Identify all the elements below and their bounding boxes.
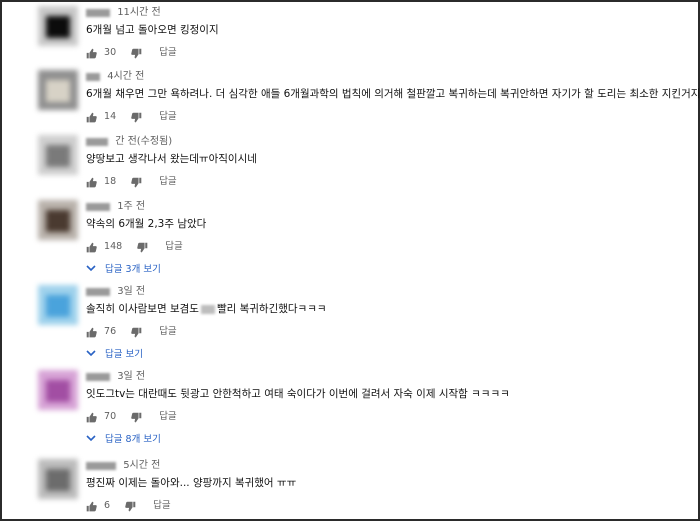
timestamp[interactable]: 11시간 전 bbox=[117, 7, 161, 18]
avatar[interactable] bbox=[38, 70, 78, 110]
reply-button[interactable]: 답글 bbox=[159, 325, 176, 339]
avatar[interactable] bbox=[38, 459, 78, 499]
comment-text: 솔직히 이사람보면 보겸도 빨리 복귀하긴했다ㅋㅋㅋ bbox=[86, 303, 327, 315]
comment-text: 약속의 6개월 2,3주 남았다 bbox=[86, 218, 207, 230]
thumbs-down-icon[interactable] bbox=[125, 501, 136, 512]
view-replies-label: 답글 3개 보기 bbox=[105, 264, 161, 275]
timestamp[interactable]: 4시간 전 bbox=[107, 71, 144, 82]
comment-text: 잇도그tv는 대란때도 뒷광고 안한척하고 여태 숙이다가 이번에 걸려서 자숙… bbox=[86, 388, 510, 400]
thumbs-down-icon[interactable] bbox=[131, 327, 142, 338]
comment-text: 양땅보고 생각나서 왔는데ㅠ아직이시네 bbox=[86, 153, 257, 165]
reply-button[interactable]: 답글 bbox=[165, 240, 182, 254]
thumbs-down-icon[interactable] bbox=[131, 412, 142, 423]
thumbs-up-icon[interactable] bbox=[86, 177, 97, 188]
author-name[interactable] bbox=[86, 138, 108, 146]
author-name[interactable] bbox=[86, 288, 110, 296]
thumbs-down-icon[interactable] bbox=[131, 112, 142, 123]
chevron-down-icon bbox=[86, 433, 96, 447]
author-name[interactable] bbox=[86, 203, 110, 211]
timestamp[interactable]: 3일 전 bbox=[117, 286, 145, 297]
view-replies-button[interactable]: 답글 보기 bbox=[86, 348, 690, 362]
thumbs-up-icon[interactable] bbox=[86, 48, 97, 59]
reply-button[interactable]: 답글 bbox=[159, 410, 176, 424]
timestamp[interactable]: 1주 전 bbox=[117, 201, 145, 212]
thumbs-up-icon[interactable] bbox=[86, 327, 97, 338]
view-replies-button[interactable]: 답글 8개 보기 bbox=[86, 433, 690, 447]
avatar[interactable] bbox=[38, 135, 78, 175]
like-count: 14 bbox=[104, 111, 117, 122]
comment-section: 11시간 전 6개월 넘고 돌아오면 킹정이지 30 답글 4시간 전 6개월 … bbox=[0, 0, 700, 521]
thumbs-down-icon[interactable] bbox=[131, 177, 142, 188]
like-count: 6 bbox=[104, 500, 111, 511]
timestamp[interactable]: 5시간 전 bbox=[123, 460, 160, 471]
reply-button[interactable]: 답글 bbox=[159, 46, 176, 60]
thumbs-down-icon[interactable] bbox=[131, 48, 142, 59]
reply-button[interactable]: 답글 bbox=[159, 175, 176, 189]
chevron-down-icon bbox=[86, 263, 96, 277]
thumbs-up-icon[interactable] bbox=[86, 242, 97, 253]
chevron-down-icon bbox=[86, 348, 96, 362]
timestamp[interactable]: 3일 전 bbox=[117, 371, 145, 382]
avatar[interactable] bbox=[38, 200, 78, 240]
like-count: 30 bbox=[104, 47, 117, 58]
comment-text: 6개월 넘고 돌아오면 킹정이지 bbox=[86, 24, 219, 36]
author-name[interactable] bbox=[86, 462, 116, 470]
thumbs-up-icon[interactable] bbox=[86, 112, 97, 123]
view-replies-button[interactable]: 답글 3개 보기 bbox=[86, 263, 690, 277]
redacted-text bbox=[200, 304, 215, 314]
reply-button[interactable]: 답글 bbox=[159, 110, 176, 124]
view-replies-label: 답글 8개 보기 bbox=[105, 434, 161, 445]
thumbs-up-icon[interactable] bbox=[86, 412, 97, 423]
avatar[interactable] bbox=[38, 370, 78, 410]
comment-text: 6개월 채우면 그만 욕하려나. 더 심각한 애들 6개월과학의 법칙에 의거해… bbox=[86, 88, 700, 100]
author-name[interactable] bbox=[86, 73, 100, 81]
reply-button[interactable]: 답글 bbox=[153, 499, 170, 513]
avatar[interactable] bbox=[38, 285, 78, 325]
timestamp[interactable]: 간 전(수정됨) bbox=[115, 136, 172, 147]
like-count: 148 bbox=[104, 241, 123, 252]
thumbs-down-icon[interactable] bbox=[137, 242, 148, 253]
thumbs-up-icon[interactable] bbox=[86, 501, 97, 512]
author-name[interactable] bbox=[86, 9, 110, 17]
view-replies-label: 답글 보기 bbox=[105, 349, 144, 360]
like-count: 76 bbox=[104, 326, 117, 337]
like-count: 18 bbox=[104, 176, 117, 187]
like-count: 70 bbox=[104, 411, 117, 422]
comment-text: 평진짜 이제는 돌아와... 양팡까지 복귀했어 ㅠㅠ bbox=[86, 477, 297, 489]
author-name[interactable] bbox=[86, 373, 110, 381]
avatar[interactable] bbox=[38, 6, 78, 46]
